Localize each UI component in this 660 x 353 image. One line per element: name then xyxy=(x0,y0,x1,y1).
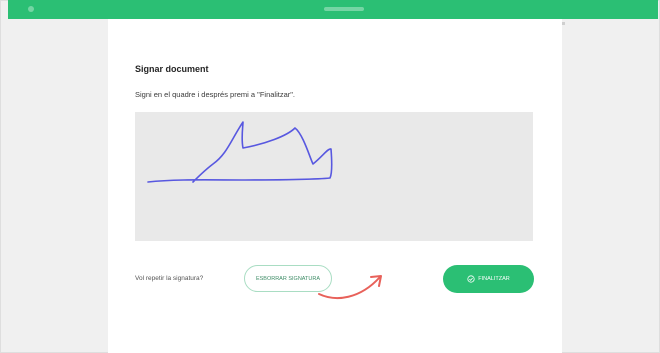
check-circle-icon xyxy=(467,275,475,283)
clear-signature-label: ESBORRAR SIGNATURA xyxy=(255,275,321,282)
signature-drawing xyxy=(147,121,333,183)
finish-label: FINALITZAR xyxy=(478,276,510,282)
signature-pad[interactable] xyxy=(135,112,533,241)
top-bar xyxy=(8,0,658,19)
page-title: Signar document xyxy=(135,64,209,74)
finish-button[interactable]: FINALITZAR xyxy=(443,265,534,293)
top-bar-title xyxy=(324,7,364,11)
scrollbar-marker xyxy=(562,22,565,25)
top-bar-icon xyxy=(28,6,34,12)
repeat-signature-prompt: Vol repetir la signatura? xyxy=(135,275,204,282)
curved-arrow-icon xyxy=(318,275,382,300)
signature-stroke xyxy=(147,121,333,183)
instruction-text: Signi en el quadre i després premi a "Fi… xyxy=(135,90,295,99)
